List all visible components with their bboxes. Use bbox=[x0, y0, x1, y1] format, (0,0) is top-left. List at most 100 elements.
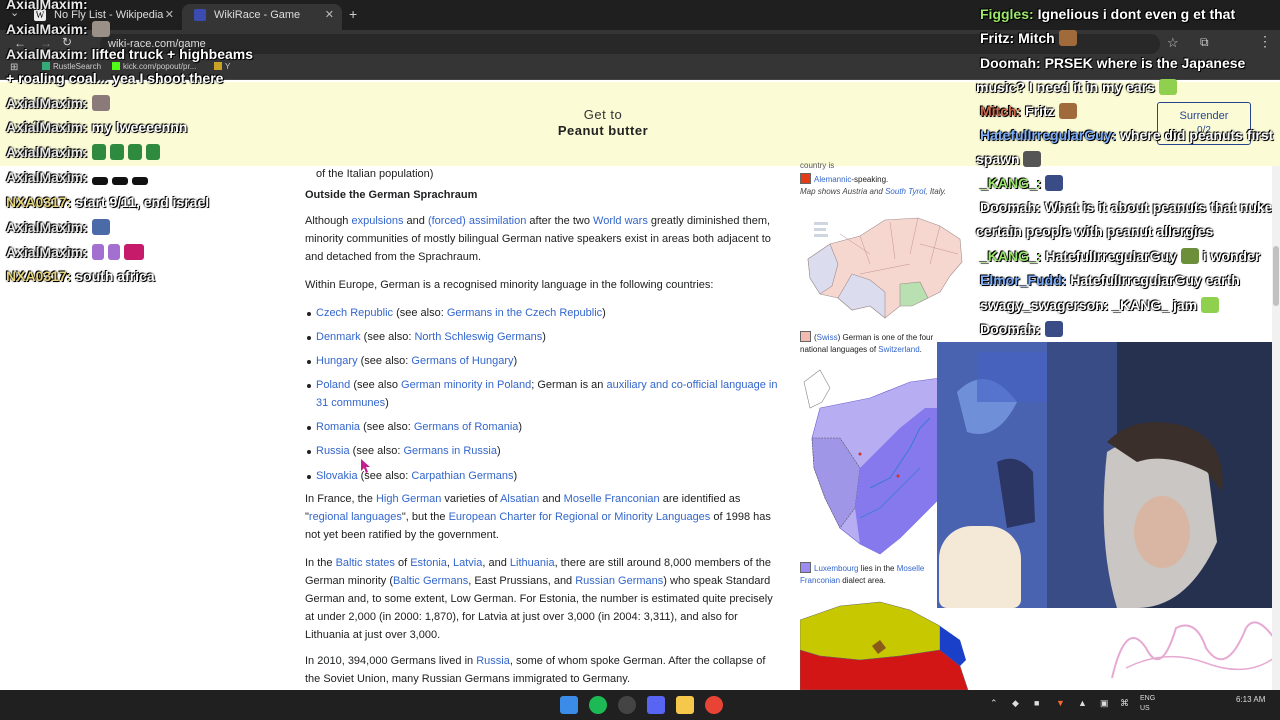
link-luxembourg[interactable]: Luxembourg bbox=[814, 564, 858, 573]
list-item: Romania (see also: Germans of Romania) bbox=[307, 418, 781, 436]
chat-message: Mitch: Fritz bbox=[980, 103, 1081, 119]
chat-message: Fritz: Mitch bbox=[980, 30, 1081, 46]
emote-icon bbox=[145, 144, 160, 160]
chat-message: Elmor_Fudd: HatefulIrregularGuy earth bbox=[980, 272, 1240, 288]
link-see-also[interactable]: Germans of Romania bbox=[414, 421, 519, 433]
windows-taskbar: ⌃ ◆ ■ ▼ ▲ ▣ ⌘ ENG US 6:13 AM bbox=[0, 690, 1280, 720]
link-moselle-franconian[interactable]: Moselle Franconian bbox=[564, 493, 660, 505]
chat-message: music? I need it in my ears bbox=[976, 79, 1181, 95]
emote-icon bbox=[1044, 321, 1063, 337]
taskbar-clock[interactable]: 6:13 AM bbox=[1236, 694, 1265, 705]
close-tab-icon[interactable]: ✕ bbox=[325, 4, 334, 26]
link-see-also[interactable]: Carpathian Germans bbox=[411, 470, 513, 482]
screen: ⌄ W No Fly List - Wikipedia ✕ WikiRace -… bbox=[0, 0, 1280, 720]
legend-swatch bbox=[800, 331, 811, 342]
emote-icon bbox=[131, 177, 148, 185]
link-estonia[interactable]: Estonia bbox=[410, 557, 447, 569]
webcam-sticker bbox=[939, 526, 1021, 608]
scrollbar-thumb[interactable] bbox=[1273, 246, 1279, 306]
paragraph: Within Europe, German is a recognised mi… bbox=[305, 279, 714, 291]
emote-icon bbox=[91, 144, 106, 160]
link-swiss[interactable]: Swiss bbox=[817, 333, 838, 342]
emote-icon bbox=[107, 244, 120, 260]
link-european-charter[interactable]: European Charter for Regional or Minorit… bbox=[449, 511, 711, 523]
belgium-map[interactable] bbox=[800, 600, 970, 690]
chat-message: AxialMaxim: bbox=[6, 219, 114, 235]
link-baltic-germans[interactable]: Baltic Germans bbox=[393, 575, 468, 587]
paragraph: In 2010, 394,000 Germans lived in Russia… bbox=[305, 655, 766, 685]
emote-icon bbox=[1045, 175, 1064, 191]
link-south-tyrol[interactable]: South Tyrol bbox=[885, 187, 925, 196]
chat-message: Doomah: PRSEK where is the Japanese bbox=[980, 55, 1246, 71]
link-regional-languages[interactable]: regional languages bbox=[309, 511, 402, 523]
paragraph: In the Baltic states of Estonia, Latvia,… bbox=[305, 557, 773, 641]
chat-message: AxialMaxim: lifted truck + highbeams bbox=[6, 46, 254, 62]
link-high-german[interactable]: High German bbox=[376, 493, 441, 505]
tray-app-icon[interactable]: ▣ bbox=[1100, 698, 1109, 709]
chat-message: NXA0317: start 9/11, end israel bbox=[6, 194, 210, 210]
chrome-icon[interactable] bbox=[705, 696, 723, 714]
link-russia[interactable]: Russia bbox=[476, 655, 510, 667]
luxembourg-map[interactable] bbox=[800, 368, 940, 558]
list-item: Slovakia (see also: Carpathian Germans) bbox=[307, 467, 781, 485]
legend-swatch bbox=[800, 173, 811, 184]
link-country[interactable]: Romania bbox=[316, 421, 360, 433]
chat-message: _KANG_: bbox=[980, 175, 1067, 191]
chat-message: NXA0317: south africa bbox=[6, 268, 155, 284]
chat-message: swagy_swagerson: _KANG_ jam bbox=[980, 297, 1223, 313]
language-indicator[interactable]: ENG US bbox=[1140, 694, 1155, 714]
new-tab-icon[interactable]: + bbox=[349, 6, 357, 22]
link-country[interactable]: Russia bbox=[316, 445, 350, 457]
obs-icon[interactable] bbox=[618, 696, 636, 714]
list-item: Hungary (see also: Germans of Hungary) bbox=[307, 352, 781, 370]
chat-overlay-right: Figgles: Ignelious i dont even g et that… bbox=[976, 0, 1276, 340]
tray-chevron-icon[interactable]: ⌃ bbox=[990, 698, 998, 709]
link-country[interactable]: Denmark bbox=[316, 331, 361, 343]
page-scrollbar[interactable] bbox=[1272, 166, 1280, 690]
legend-swatch bbox=[800, 562, 811, 573]
link-expulsions[interactable]: expulsions bbox=[351, 215, 403, 227]
tray-app-icon[interactable]: ◆ bbox=[1012, 698, 1019, 709]
link-country[interactable]: Czech Republic bbox=[316, 307, 393, 319]
paragraph: Although expulsions and (forced) assimil… bbox=[305, 215, 771, 263]
emote-icon bbox=[127, 144, 142, 160]
list-fragment: of the Italian population) bbox=[316, 168, 434, 180]
chat-message: spawn bbox=[976, 151, 1045, 167]
link-country[interactable]: Slovakia bbox=[316, 470, 358, 482]
microphone-icon[interactable]: ⌘ bbox=[1120, 698, 1129, 709]
legend-alemannic: Alemannic-speaking. bbox=[800, 173, 888, 186]
start-icon[interactable] bbox=[560, 696, 578, 714]
emote-icon bbox=[91, 219, 110, 235]
link-latvia[interactable]: Latvia bbox=[453, 557, 482, 569]
link-alemannic[interactable]: Alemannic bbox=[814, 175, 851, 184]
link-see-also[interactable]: Germans in the Czech Republic bbox=[447, 307, 602, 319]
link-see-also[interactable]: Germans of Hungary bbox=[411, 355, 513, 367]
spotify-icon[interactable] bbox=[589, 696, 607, 714]
switzerland-map[interactable] bbox=[800, 214, 966, 324]
link-see-also[interactable]: German minority in Poland bbox=[401, 379, 531, 391]
link-forced-assimilation[interactable]: (forced) assimilation bbox=[428, 215, 526, 227]
tray-app-icon[interactable]: ■ bbox=[1034, 698, 1039, 708]
tray-brave-icon[interactable]: ▼ bbox=[1056, 698, 1065, 708]
emote-icon bbox=[109, 144, 124, 160]
emote-icon bbox=[91, 244, 104, 260]
link-world-wars[interactable]: World wars bbox=[593, 215, 648, 227]
discord-icon[interactable] bbox=[647, 696, 665, 714]
emote-icon bbox=[111, 177, 128, 185]
link-country[interactable]: Poland bbox=[316, 379, 350, 391]
nothing-else-watermark bbox=[1111, 621, 1275, 679]
cursor-icon bbox=[361, 459, 370, 473]
link-see-also[interactable]: North Schleswig Germans bbox=[414, 331, 542, 343]
link-switzerland[interactable]: Switzerland bbox=[878, 345, 919, 354]
link-lithuania[interactable]: Lithuania bbox=[510, 557, 555, 569]
link-baltic-states[interactable]: Baltic states bbox=[336, 557, 395, 569]
link-country[interactable]: Hungary bbox=[316, 355, 358, 367]
chat-message: certain people with peanut allergies bbox=[976, 223, 1214, 239]
link-russian-germans[interactable]: Russian Germans bbox=[575, 575, 663, 587]
file-explorer-icon[interactable] bbox=[676, 696, 694, 714]
chat-message: Doomah: bbox=[980, 321, 1067, 337]
chat-message: Doomah: What is it about peanuts that nu… bbox=[980, 199, 1273, 215]
link-alsatian[interactable]: Alsatian bbox=[500, 493, 539, 505]
tray-app-icon[interactable]: ▲ bbox=[1078, 698, 1087, 708]
link-see-also[interactable]: Germans in Russia bbox=[403, 445, 497, 457]
